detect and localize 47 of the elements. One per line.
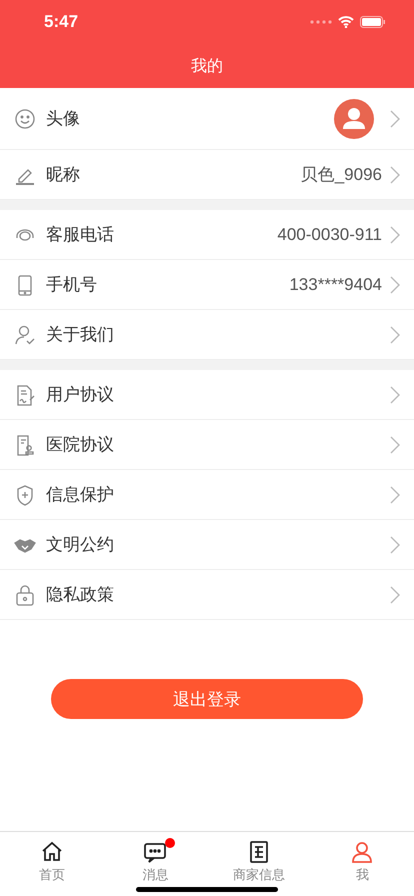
row-label: 用户协议 (46, 384, 115, 406)
row-label: 客服电话 (46, 224, 115, 246)
chevron-icon (390, 386, 400, 404)
chevron-icon (390, 110, 400, 128)
row-value: 贝色_9096 (300, 164, 382, 186)
smiley-icon (14, 108, 36, 130)
row-label: 隐私政策 (46, 584, 115, 606)
row-label: 关于我们 (46, 324, 115, 346)
row-label: 手机号 (46, 274, 98, 296)
chevron-icon (390, 536, 400, 554)
row-value: 400-0030-911 (277, 224, 382, 244)
settings-row[interactable]: 文明公约 (0, 520, 414, 570)
settings-row[interactable]: 医院协议 (0, 420, 414, 470)
home-icon (40, 840, 64, 864)
person-icon (350, 840, 374, 864)
row-label: 医院协议 (46, 434, 115, 456)
chevron-icon (390, 436, 400, 454)
row-value: 133****9404 (289, 274, 382, 294)
tab-item[interactable]: 首页 (0, 832, 104, 896)
chevron-icon (390, 326, 400, 344)
person-check-icon (14, 324, 36, 346)
row-label: 文明公约 (46, 534, 115, 556)
chat-bubble-icon (143, 840, 168, 864)
row-label: 昵称 (46, 164, 81, 186)
lock-icon (14, 584, 36, 606)
tab-item[interactable]: 商家信息 (207, 832, 310, 896)
signal-icon (310, 20, 332, 24)
chevron-icon (390, 586, 400, 604)
tab-item[interactable]: 消息 (104, 832, 207, 896)
page-title: 我的 (191, 56, 223, 76)
settings-row[interactable]: 手机号 133****9404 (0, 260, 414, 310)
chevron-icon (390, 166, 400, 184)
wifi-icon (338, 16, 354, 28)
row-label: 信息保护 (46, 484, 115, 506)
settings-row[interactable]: 隐私政策 (0, 570, 414, 620)
settings-row[interactable]: 头像 (0, 88, 414, 150)
row-label: 头像 (46, 108, 81, 130)
settings-row[interactable]: 客服电话 400-0030-911 (0, 210, 414, 260)
chevron-icon (390, 226, 400, 244)
chevron-icon (390, 276, 400, 294)
status-time: 5:47 (44, 12, 78, 32)
battery-icon (360, 16, 386, 28)
settings-row[interactable]: 用户协议 (0, 370, 414, 420)
avatar-icon (334, 98, 374, 138)
settings-row[interactable]: 信息保护 (0, 470, 414, 520)
tab-item[interactable]: 我 (310, 832, 414, 896)
chevron-icon (390, 486, 400, 504)
